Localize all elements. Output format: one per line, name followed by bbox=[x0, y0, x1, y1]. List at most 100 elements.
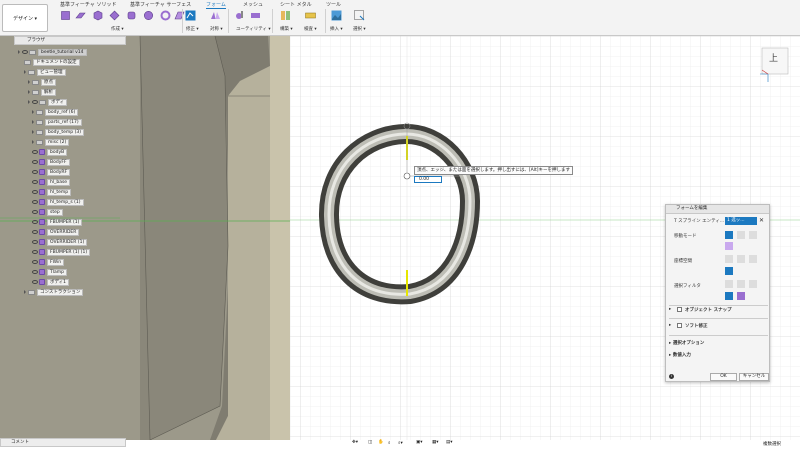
visibility-eye-icon[interactable] bbox=[32, 170, 38, 174]
visibility-eye-icon[interactable] bbox=[32, 250, 38, 254]
browser-item[interactable]: 解析 bbox=[28, 88, 56, 96]
visibility-eye-icon[interactable] bbox=[32, 270, 38, 274]
construct-plane-icon[interactable] bbox=[280, 10, 291, 21]
browser-item[interactable]: BodyFF bbox=[32, 158, 70, 166]
visibility-eye-icon[interactable] bbox=[32, 240, 38, 244]
browser-item[interactable]: FBUMPER (1) (1) bbox=[32, 248, 91, 256]
visibility-eye-icon[interactable] bbox=[32, 260, 38, 264]
browser-item[interactable]: FWin bbox=[32, 258, 65, 266]
expand-arrow-icon[interactable] bbox=[28, 90, 30, 94]
browser-item[interactable]: ボディ1 bbox=[32, 278, 70, 286]
info-icon[interactable]: i bbox=[669, 374, 674, 379]
expand-arrow-icon[interactable] bbox=[24, 70, 26, 74]
visibility-eye-icon[interactable] bbox=[32, 160, 38, 164]
browser-item[interactable]: bodyB bbox=[32, 148, 68, 156]
repair-icon[interactable] bbox=[235, 10, 246, 21]
workspace-switcher-button[interactable]: デザイン ▾ bbox=[2, 4, 48, 32]
tab-solid[interactable]: 基準フィーチャ ソリッド bbox=[60, 1, 116, 8]
browser-item[interactable]: beetle_tutorial v14 bbox=[18, 48, 87, 56]
filter-edge-icon[interactable] bbox=[737, 280, 745, 288]
expand-arrow-icon[interactable] bbox=[32, 110, 34, 114]
expand-arrow-icon[interactable] bbox=[28, 80, 30, 84]
group-utilities[interactable]: ユーティリティ ▾ bbox=[236, 26, 271, 32]
visibility-eye-icon[interactable] bbox=[22, 50, 28, 54]
coord-view-icon[interactable] bbox=[737, 255, 745, 263]
clear-selection-icon[interactable]: ✕ bbox=[759, 217, 764, 224]
cancel-button[interactable]: キャンセル bbox=[739, 373, 769, 381]
box-icon[interactable] bbox=[60, 10, 71, 21]
browser-item[interactable]: ボディ bbox=[28, 98, 68, 106]
edit-form-icon[interactable] bbox=[185, 10, 196, 21]
browser-item[interactable]: body_ref (6) bbox=[32, 108, 79, 116]
coord-world-icon[interactable] bbox=[725, 255, 733, 263]
browser-item[interactable]: body_temp (3) bbox=[32, 128, 84, 136]
group-select[interactable]: 選択 ▾ bbox=[353, 26, 366, 32]
measure-icon[interactable] bbox=[305, 10, 316, 21]
object-snap-expand-icon[interactable]: ▸ bbox=[669, 307, 671, 312]
browser-item[interactable]: Tlamp bbox=[32, 268, 67, 276]
group-construct[interactable]: 構築 ▾ bbox=[280, 26, 293, 32]
display-settings-icon[interactable]: ▣▾ bbox=[416, 440, 423, 445]
filter-face-icon[interactable] bbox=[749, 280, 757, 288]
group-create[interactable]: 作成 ▾ bbox=[111, 26, 124, 32]
coord-screen-icon[interactable] bbox=[725, 267, 733, 275]
numeric-input-section[interactable]: ▸ 数値入力 bbox=[669, 352, 691, 358]
coord-local-icon[interactable] bbox=[749, 255, 757, 263]
expand-arrow-icon[interactable] bbox=[32, 140, 34, 144]
cylinder-icon[interactable] bbox=[126, 10, 137, 21]
spline-select-button[interactable]: 1 选ッ... bbox=[725, 217, 757, 225]
comments-bar[interactable]: コメント bbox=[0, 438, 126, 447]
browser-item[interactable]: hl_base bbox=[32, 178, 71, 186]
dialog-header[interactable]: フォームを編集 bbox=[666, 205, 769, 214]
orbit-icon[interactable]: ✥▾ bbox=[352, 440, 358, 445]
plane-icon[interactable] bbox=[75, 10, 86, 21]
browser-header[interactable]: ブラウザ bbox=[14, 36, 126, 45]
quadball-icon[interactable] bbox=[109, 10, 120, 21]
browser-item[interactable]: ドキュメントの設定 bbox=[24, 58, 80, 66]
face-icon[interactable] bbox=[174, 10, 185, 21]
browser-item[interactable]: FBUMPER (1) bbox=[32, 218, 83, 226]
browser-item[interactable]: step bbox=[32, 208, 63, 216]
pan-icon[interactable]: ✋ bbox=[378, 440, 384, 445]
expand-arrow-icon[interactable] bbox=[32, 130, 34, 134]
browser-item[interactable]: BodyRF bbox=[32, 168, 71, 176]
group-symmetry[interactable]: 対称 ▾ bbox=[210, 26, 223, 32]
move-mode-translate-icon[interactable] bbox=[737, 231, 745, 239]
soft-modify-checkbox[interactable] bbox=[677, 323, 682, 328]
visibility-eye-icon[interactable] bbox=[32, 230, 38, 234]
filter-vertex-icon[interactable] bbox=[725, 280, 733, 288]
insert-image-icon[interactable] bbox=[331, 10, 342, 21]
grid-snap-icon[interactable]: ▦▾ bbox=[432, 440, 439, 445]
browser-item[interactable]: コンストラクション bbox=[24, 288, 84, 296]
visibility-eye-icon[interactable] bbox=[32, 220, 38, 224]
browser-item[interactable]: hl_temp bbox=[32, 188, 72, 196]
expand-arrow-icon[interactable] bbox=[28, 100, 30, 104]
visibility-eye-icon[interactable] bbox=[32, 100, 38, 104]
expand-arrow-icon[interactable] bbox=[24, 290, 26, 294]
zoom-icon[interactable]: ⌕ bbox=[388, 440, 391, 446]
filter-all-icon[interactable] bbox=[725, 292, 733, 300]
soft-modify-expand-icon[interactable]: ▸ bbox=[669, 323, 671, 328]
visibility-eye-icon[interactable] bbox=[32, 180, 38, 184]
symmetry-icon[interactable] bbox=[210, 10, 221, 21]
expand-arrow-icon[interactable] bbox=[32, 120, 34, 124]
move-mode-scale-icon[interactable] bbox=[725, 242, 733, 250]
browser-item[interactable]: misc (2) bbox=[32, 138, 70, 146]
look-at-icon[interactable]: ◫ bbox=[368, 440, 372, 445]
visibility-eye-icon[interactable] bbox=[32, 190, 38, 194]
select-options-section[interactable]: ▸ 選択オプション bbox=[669, 340, 704, 346]
filter-body-icon[interactable] bbox=[737, 292, 745, 300]
visibility-eye-icon[interactable] bbox=[32, 200, 38, 204]
torus-icon[interactable] bbox=[160, 10, 171, 21]
browser-item[interactable]: OVERRIDER (1) bbox=[32, 238, 88, 246]
cube-icon[interactable] bbox=[92, 10, 103, 21]
group-modify[interactable]: 修正 ▾ bbox=[186, 26, 199, 32]
visibility-eye-icon[interactable] bbox=[32, 280, 38, 284]
convert-icon[interactable] bbox=[250, 10, 261, 21]
group-insert[interactable]: 挿入 ▾ bbox=[330, 26, 343, 32]
distance-input[interactable]: 0.00 bbox=[414, 176, 442, 183]
object-snap-checkbox[interactable] bbox=[677, 307, 682, 312]
sphere-icon[interactable] bbox=[143, 10, 154, 21]
browser-item[interactable]: OVERRIDER bbox=[32, 228, 80, 236]
visibility-eye-icon[interactable] bbox=[32, 210, 38, 214]
